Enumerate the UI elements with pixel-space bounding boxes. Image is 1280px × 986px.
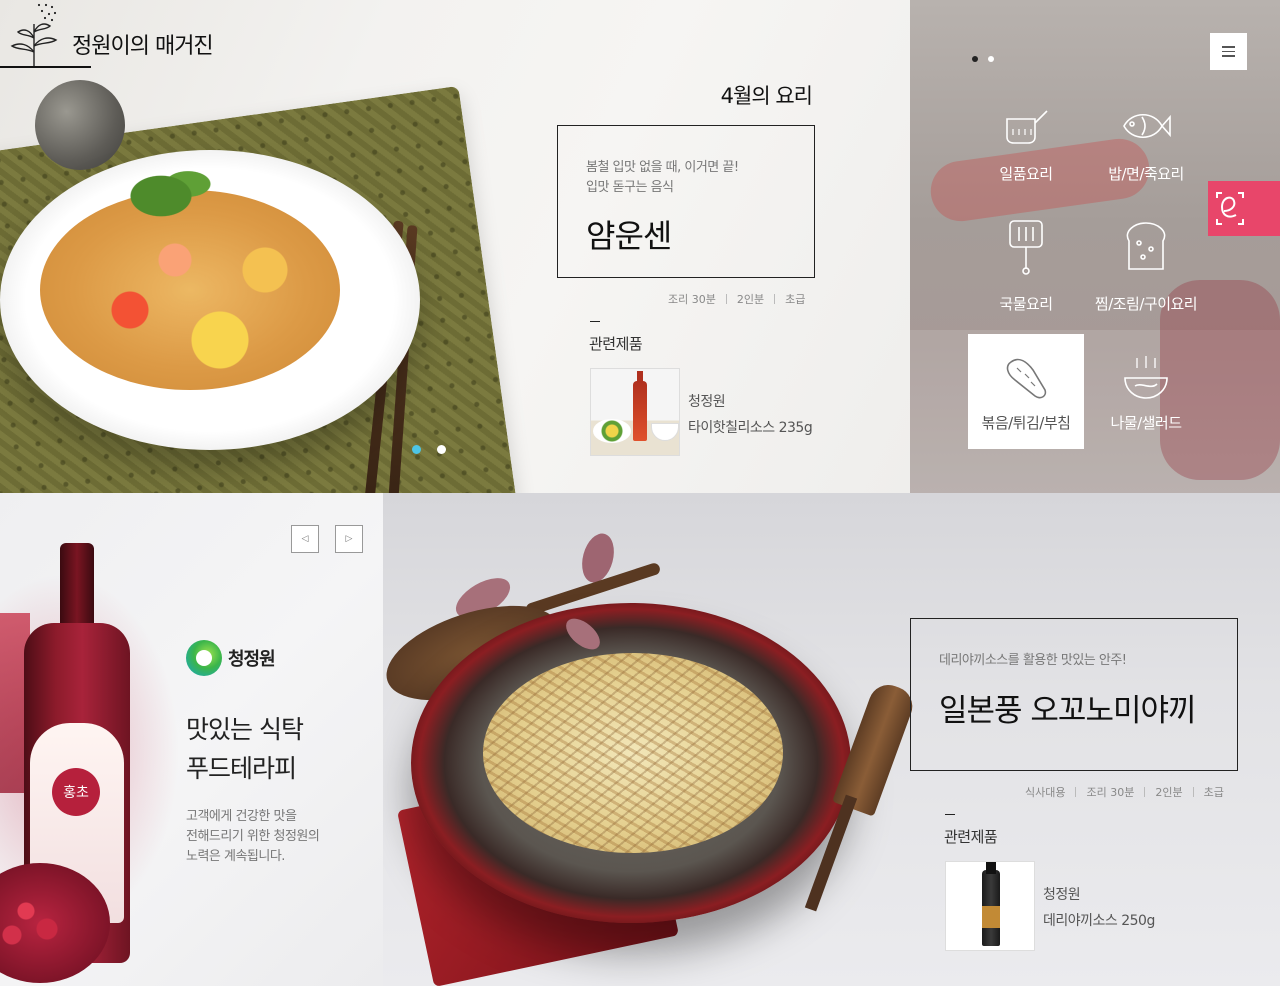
menu-button[interactable] <box>1210 33 1247 70</box>
hero-pagination <box>412 445 446 454</box>
meta-time: 조리 30분 <box>1086 786 1135 799</box>
promo-title: 푸드테라피 <box>186 754 297 783</box>
e-letter-icon <box>1216 192 1244 225</box>
product-brand: 청정원 <box>688 394 726 410</box>
brand-logo[interactable]: 청정원 <box>186 640 276 676</box>
category-item-1[interactable]: 일품요리 <box>968 85 1084 200</box>
divider <box>1192 787 1194 797</box>
recipe-subtitle: 봄철 입맛 없을 때, 이거면 끝! <box>586 160 739 175</box>
category-item-6[interactable]: 나물/샐러드 <box>1088 334 1204 449</box>
divider <box>725 294 727 304</box>
category-panel: 일품요리 밥/면/죽요리 국물요리 찜/조림/구이요리 볶음/튀김/부침 나물/… <box>910 0 1280 493</box>
bottle-badge: 홍초 <box>52 768 100 816</box>
product-thumbnail[interactable] <box>945 861 1035 951</box>
recipe-subtitle: 입맛 돋구는 음식 <box>586 180 674 195</box>
divider <box>945 814 955 815</box>
product-brand: 청정원 <box>1043 887 1081 903</box>
pagination-dot-1[interactable] <box>972 56 978 62</box>
pot-icon <box>1006 110 1048 144</box>
vegetable-icon <box>1006 358 1047 399</box>
food-image <box>40 190 340 390</box>
next-button[interactable]: ▷ <box>335 525 363 553</box>
jar-image <box>35 80 125 170</box>
category-label: 국물요리 <box>999 295 1053 313</box>
brand-name: 청정원 <box>228 649 276 670</box>
category-label: 밥/면/죽요리 <box>1108 165 1184 183</box>
site-logo[interactable]: 정원이의 매거진 <box>0 0 230 70</box>
prev-button[interactable]: ◁ <box>291 525 319 553</box>
recipe-card[interactable]: 봄철 입맛 없을 때, 이거면 끝! 입맛 돋구는 음식 얌운센 <box>557 125 815 278</box>
month-title: 4월의 요리 <box>720 84 813 108</box>
divider <box>590 321 600 322</box>
divider <box>1075 787 1077 797</box>
related-products-title: 관련제품 <box>589 335 643 353</box>
promo-description: 고객에게 건강한 맛을 <box>186 809 297 824</box>
e-badge-button[interactable] <box>1208 181 1280 236</box>
recipe-subtitle: 데리야끼소스를 활용한 맛있는 안주! <box>939 653 1127 668</box>
recipe-card[interactable]: 데리야끼소스를 활용한 맛있는 안주! 일본풍 오꼬노미야끼 <box>910 618 1238 771</box>
category-item-3[interactable]: 국물요리 <box>968 215 1084 330</box>
hamburger-icon <box>1222 46 1235 48</box>
pagination-dot-1[interactable] <box>412 445 421 454</box>
triangle-left-icon: ◁ <box>301 534 309 544</box>
promo-description: 노력은 계속됩니다. <box>186 849 285 864</box>
pagination-dot-2[interactable] <box>437 445 446 454</box>
fish-icon <box>1123 113 1171 139</box>
salad-bowl-icon <box>1124 356 1168 399</box>
promo-section: 홍초 ◁ ▷ 청정원 맛있는 식탁 푸드테라피 고객에게 건강한 맛을 전해드리… <box>0 493 383 986</box>
hero-section: 4월의 요리 봄철 입맛 없을 때, 이거면 끝! 입맛 돋구는 음식 얌운센 … <box>0 0 910 493</box>
triangle-right-icon: ▷ <box>345 534 353 544</box>
divider <box>0 66 91 68</box>
recipe-meta: 조리 30분 2인분 초급 <box>668 291 805 307</box>
herb-logo-icon <box>10 3 58 66</box>
category-label: 찜/조림/구이요리 <box>1094 295 1198 313</box>
logo-text[interactable]: 정원이의 매거진 <box>72 28 214 60</box>
recipe-meta: 식사대용 조리 30분 2인분 초급 <box>1025 784 1224 800</box>
bread-icon <box>1126 222 1166 270</box>
herb-image <box>125 160 215 220</box>
category-label: 일품요리 <box>999 165 1053 183</box>
meta-level: 초급 <box>785 293 806 306</box>
related-products-title: 관련제품 <box>944 828 998 846</box>
meta-servings: 2인분 <box>1155 786 1183 799</box>
product-name[interactable]: 타이핫칠리소스 235g <box>688 417 813 437</box>
meta-level: 초급 <box>1203 786 1224 799</box>
meta-category: 식사대용 <box>1025 786 1066 799</box>
product-thumbnail[interactable] <box>590 368 680 456</box>
category-label: 볶음/튀김/부침 <box>981 414 1071 432</box>
meta-servings: 2인분 <box>736 293 765 306</box>
product-name[interactable]: 데리야끼소스 250g <box>1043 910 1155 930</box>
recipe-name[interactable]: 일본풍 오꼬노미야끼 <box>939 685 1197 730</box>
promo-title: 맛있는 식탁 <box>186 715 304 744</box>
category-item-2[interactable]: 밥/면/죽요리 <box>1088 85 1204 200</box>
category-item-5[interactable]: 볶음/튀김/부침 <box>968 334 1084 449</box>
category-pagination <box>972 56 994 62</box>
brand-logo-icon <box>186 640 222 676</box>
category-label: 나물/샐러드 <box>1110 414 1182 432</box>
recipe-name[interactable]: 얌운센 <box>586 211 672 257</box>
category-item-4[interactable]: 찜/조림/구이요리 <box>1088 215 1204 330</box>
okonomiyaki-image <box>483 653 783 853</box>
divider <box>774 294 776 304</box>
divider <box>1144 787 1146 797</box>
pot-handle-icon <box>1009 220 1043 275</box>
promo-description: 전해드리기 위한 청정원의 <box>186 829 320 844</box>
meta-time: 조리 30분 <box>668 293 716 306</box>
pagination-dot-2[interactable] <box>988 56 994 62</box>
